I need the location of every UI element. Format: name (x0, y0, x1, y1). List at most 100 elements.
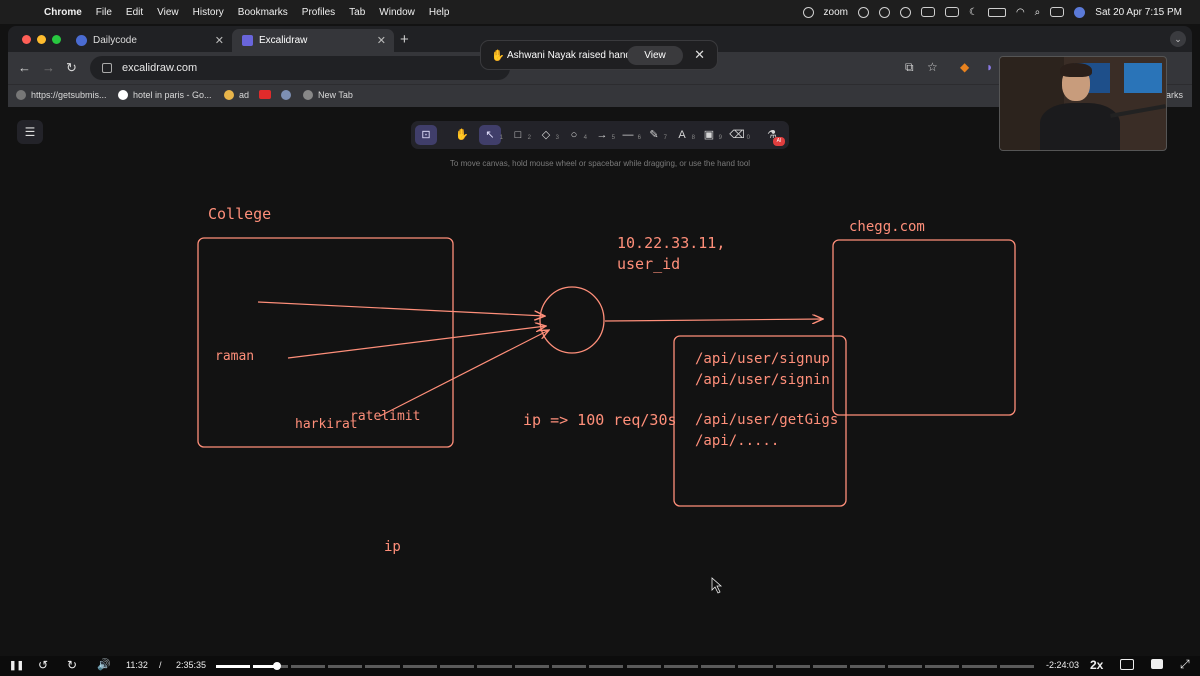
arrow-college-to-limiter[interactable] (257, 301, 545, 316)
bookmark-star-icon[interactable]: ☆ (927, 60, 938, 74)
zoom-status-label[interactable]: zoom (824, 7, 848, 18)
close-tab-icon[interactable]: ✕ (377, 34, 386, 47)
menu-history[interactable]: History (193, 7, 224, 18)
bookmark-settings[interactable] (281, 90, 296, 100)
bookmarks-overflow[interactable]: arks (1166, 90, 1183, 100)
status-vpn-icon[interactable] (899, 6, 911, 18)
siri-icon[interactable] (1074, 6, 1086, 18)
ip-info-line1[interactable]: 10.22.33.11, (617, 234, 725, 252)
ip-info-line2[interactable]: user_id (617, 255, 680, 273)
endpoint-signup[interactable]: /api/user/signup (695, 351, 830, 367)
fullscreen-icon[interactable]: ⤢ (1180, 657, 1190, 672)
tab-dailycode[interactable]: Dailycode ✕ (66, 29, 232, 52)
status-keyboard-icon[interactable] (944, 7, 959, 17)
bookmark-new-tab[interactable]: New Tab (303, 90, 353, 100)
webcam-overlay[interactable] (999, 56, 1167, 151)
reload-button[interactable]: ↻ (66, 60, 77, 76)
playback-speed[interactable]: 2x (1090, 658, 1103, 672)
arrow-tool[interactable]: → 5 (591, 125, 616, 145)
pause-icon[interactable]: ❚❚ (9, 660, 24, 671)
bookmark-hotel-paris[interactable]: hotel in paris - Go... (118, 90, 212, 100)
status-camera-icon[interactable] (857, 6, 869, 18)
arrow-raman-to-limiter[interactable] (287, 326, 546, 359)
spotlight-search-icon[interactable]: ⌕ (1035, 7, 1041, 18)
text-tool[interactable]: A8 (671, 125, 695, 145)
menu-file[interactable]: File (96, 7, 112, 18)
ip-label[interactable]: ip (384, 539, 401, 555)
progress-segment (962, 665, 997, 668)
close-tab-icon[interactable]: ✕ (215, 34, 224, 47)
close-notification-icon[interactable]: ✕ (694, 47, 705, 63)
maximize-window-icon[interactable] (52, 35, 61, 44)
excalidraw-canvas[interactable]: College raman harkirat ratelimit 10.22.3… (0, 108, 1200, 656)
site-info-icon[interactable] (102, 63, 112, 73)
selection-tool[interactable]: ↖ 1 (479, 125, 503, 145)
extension-fox-icon[interactable]: ◆ (960, 60, 969, 74)
chegg-label[interactable]: chegg.com (849, 219, 925, 235)
back-button[interactable]: ← (18, 60, 31, 75)
main-menu-button[interactable]: ☰ (17, 120, 43, 144)
status-extension-icon[interactable] (920, 7, 935, 17)
status-app-icon[interactable] (802, 6, 814, 18)
bookmark-youtube[interactable] (259, 90, 276, 99)
menu-window[interactable]: Window (379, 7, 415, 18)
minimize-window-icon[interactable] (37, 35, 46, 44)
dark-mode-icon[interactable]: ☾ (969, 7, 978, 18)
endpoint-more[interactable]: /api/..... (695, 433, 779, 449)
volume-icon[interactable]: 🔊 (97, 658, 111, 671)
menubar-clock[interactable]: Sat 20 Apr 7:15 PM (1095, 7, 1182, 18)
draw-tool[interactable]: ✎ 7 (643, 125, 667, 145)
tab-excalidraw[interactable]: Excalidraw ✕ (232, 29, 394, 52)
rewind-icon[interactable]: ↺ (38, 658, 48, 672)
tool-shortcut: 3 (555, 135, 559, 141)
hand-tool[interactable]: ✋ (451, 125, 473, 145)
ellipse-tool[interactable]: ○ 4 (563, 125, 587, 145)
lock-tool[interactable]: ⊡ (415, 125, 437, 145)
new-tab-button[interactable]: + (400, 31, 409, 48)
raman-label[interactable]: raman (215, 349, 254, 364)
eraser-tool[interactable]: ⌫ 0 (726, 125, 750, 145)
view-button[interactable]: View (627, 46, 683, 65)
progress-segment (701, 665, 736, 668)
progress-segment (626, 665, 661, 668)
chegg-box[interactable] (832, 239, 1016, 416)
progress-knob[interactable] (272, 662, 281, 670)
menu-view[interactable]: View (157, 7, 179, 18)
current-time: 11:32 (126, 660, 148, 670)
rate-rule-label[interactable]: ip => 100 req/30s (523, 411, 677, 429)
line-tool[interactable]: —6 (617, 125, 642, 145)
ratelimit-label[interactable]: ratelimit (350, 409, 420, 424)
rectangle-tool[interactable]: □ 2 (507, 125, 531, 145)
picture-in-picture-icon[interactable] (1120, 659, 1134, 670)
endpoint-signin[interactable]: /api/user/signin (695, 372, 830, 388)
forward-icon[interactable]: ↻ (67, 658, 77, 672)
image-tool[interactable]: ▣ 9 (698, 125, 722, 145)
rate-limiter-circle[interactable] (539, 286, 605, 354)
extension-icon[interactable]: ◗ (986, 60, 993, 74)
arrow-limiter-to-chegg[interactable] (604, 319, 823, 321)
progress-track[interactable] (216, 665, 1034, 668)
install-app-icon[interactable]: ⧉ (905, 60, 914, 75)
wifi-icon[interactable]: ◠ (1016, 7, 1025, 18)
endpoint-getgigs[interactable]: /api/user/getGigs (695, 412, 838, 428)
college-label[interactable]: College (208, 205, 271, 223)
menu-bookmarks[interactable]: Bookmarks (238, 7, 288, 18)
menu-profiles[interactable]: Profiles (302, 7, 335, 18)
menu-tab[interactable]: Tab (349, 7, 365, 18)
diamond-tool[interactable]: ◇ 3 (535, 125, 559, 145)
close-window-icon[interactable] (22, 35, 31, 44)
bookmark-getsubmission[interactable]: https://getsubmis... (16, 90, 107, 100)
webcam-person-body (1040, 103, 1120, 150)
menu-help[interactable]: Help (429, 7, 450, 18)
forward-button[interactable]: → (42, 60, 55, 75)
menu-edit[interactable]: Edit (126, 7, 143, 18)
menu-chrome[interactable]: Chrome (44, 7, 82, 18)
bookmark-ad[interactable]: ad (224, 90, 249, 100)
harkirat-label[interactable]: harkirat (295, 417, 358, 432)
battery-icon[interactable] (987, 7, 1006, 17)
status-grid-icon[interactable] (878, 6, 890, 18)
address-bar[interactable]: excalidraw.com (90, 56, 510, 80)
control-center-icon[interactable] (1050, 7, 1065, 17)
hd-quality-icon[interactable] (1151, 659, 1163, 669)
tab-search-button[interactable]: ⌄ (1170, 31, 1186, 47)
